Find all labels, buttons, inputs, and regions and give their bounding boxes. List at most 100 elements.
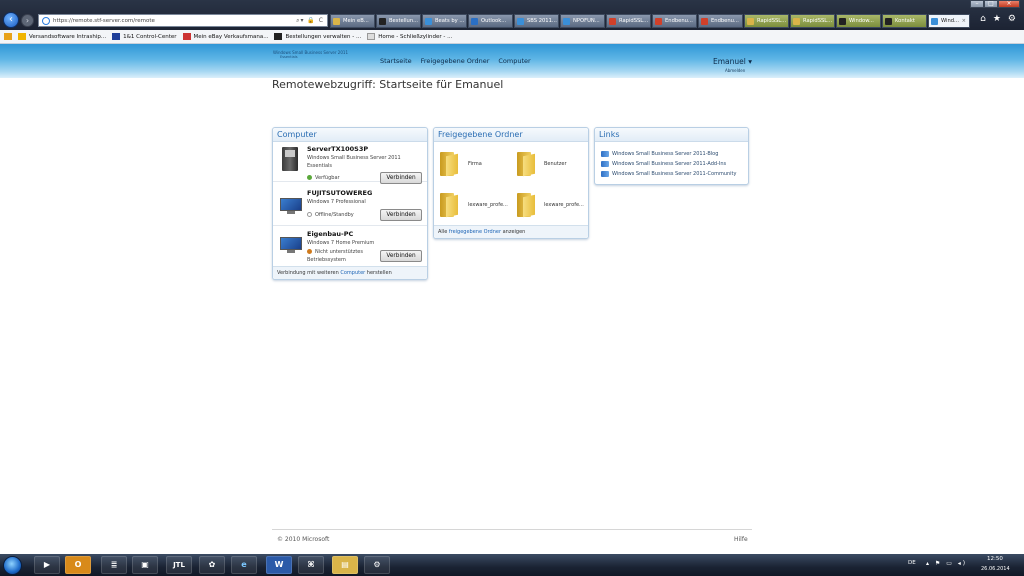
nav-computer[interactable]: Computer	[498, 57, 530, 65]
footer-divider	[272, 529, 752, 530]
sbs-link-icon	[601, 151, 609, 157]
media-player-icon[interactable]: ▶	[34, 556, 60, 574]
browser-tab[interactable]: NPOFUN...	[560, 14, 605, 28]
links-panel: Links Windows Small Business Server 2011…	[594, 127, 749, 185]
clock-date[interactable]: 26.06.2014	[981, 566, 1010, 572]
browser-tab[interactable]: SBS 2011...	[514, 14, 559, 28]
brand-subtitle: Essentials	[280, 55, 298, 59]
clock-time[interactable]: 12:50	[987, 556, 1003, 562]
page-title: Remotewebzugriff: Startseite für Emanuel	[272, 78, 504, 91]
app-icon[interactable]: ✿	[199, 556, 225, 574]
outlook-icon[interactable]: O	[65, 556, 91, 574]
close-window-button[interactable]: ×	[998, 0, 1020, 8]
folder-name[interactable]: lexware_profe...	[468, 202, 508, 208]
address-bar[interactable]: https://remote.stf-server.com/remote ⌕▾ …	[38, 14, 328, 27]
tab-strip: Mein eB... Bestellun... Beats by ... Out…	[330, 14, 970, 28]
browser-tab[interactable]: Mein eB...	[330, 14, 375, 28]
external-link[interactable]: Windows Small Business Server 2011-Blog	[601, 151, 718, 157]
folder-name[interactable]: Benutzer	[544, 161, 567, 167]
browser-tab[interactable]: Endbenu...	[698, 14, 743, 28]
connect-button[interactable]: Verbinden	[380, 172, 422, 184]
connect-button[interactable]: Verbinden	[380, 250, 422, 262]
favorite-link[interactable]: Bestellungen verwalten - ...	[274, 33, 361, 40]
gear-icon[interactable]: ⚙	[1008, 14, 1016, 24]
tab-favicon-icon	[701, 18, 708, 25]
computer-item: ServerTX100S3P Windows Small Business Se…	[273, 142, 427, 184]
ie-icon	[42, 17, 50, 25]
tab-favicon-icon	[793, 18, 800, 25]
forward-button[interactable]: ›	[21, 14, 34, 27]
back-button[interactable]: ‹	[3, 12, 19, 28]
remote-desktop-icon[interactable]: ▣	[132, 556, 158, 574]
all-folders-link[interactable]: freigegebene Ordner	[449, 229, 501, 235]
home-icon[interactable]: ⌂	[980, 14, 986, 24]
start-button[interactable]	[3, 556, 22, 575]
panel-title: Freigegebene Ordner	[434, 128, 588, 142]
word-icon[interactable]: W	[266, 556, 292, 574]
nav-startseite[interactable]: Startseite	[380, 57, 412, 65]
nav-freigegebene-ordner[interactable]: Freigegebene Ordner	[421, 57, 490, 65]
tab-favicon-icon	[333, 18, 340, 25]
browser-tab[interactable]: Beats by ...	[422, 14, 467, 28]
monitor-icon	[280, 237, 302, 253]
browser-tab[interactable]: Bestellun...	[376, 14, 421, 28]
explorer-icon[interactable]: ▤	[332, 556, 358, 574]
amazon-icon	[274, 33, 283, 40]
computer-os: Windows 7 Professional	[307, 199, 366, 205]
favorites-star-icon[interactable]: ★	[993, 14, 1001, 24]
computer-os: Windows Small Business Server 2011 Essen…	[307, 155, 401, 169]
folder-name[interactable]: Firma	[468, 161, 482, 167]
settings-app-icon[interactable]: ⚙	[364, 556, 390, 574]
1und1-icon	[112, 33, 121, 40]
favorite-link[interactable]: Versandsoftware Intraship...	[18, 33, 106, 40]
minimize-button[interactable]: –	[970, 0, 984, 8]
internet-explorer-icon[interactable]: e	[231, 556, 257, 574]
browser-tab[interactable]: Window...	[836, 14, 881, 28]
browser-titlebar: ‹ › https://remote.stf-server.com/remote…	[0, 0, 1024, 30]
computer-os: Windows 7 Home Premium	[307, 240, 375, 246]
computer-status: Verfügbar	[307, 174, 377, 182]
browser-tab[interactable]: RapidSSL...	[606, 14, 651, 28]
connect-button[interactable]: Verbinden	[380, 209, 422, 221]
folder-icon[interactable]	[440, 191, 462, 218]
browser-tab[interactable]: Outlook...	[468, 14, 513, 28]
browser-tab[interactable]: Kontakt	[882, 14, 927, 28]
user-menu[interactable]: Emanuel ▾	[713, 57, 752, 66]
browser-tab-active[interactable]: Wind... ×	[928, 14, 970, 28]
panel-footer: Alle freigegebene Ordner anzeigen	[434, 225, 588, 238]
favorite-link[interactable]: Home - Schließzylinder - ...	[367, 33, 452, 40]
favorite-link[interactable]: Mein eBay Verkaufsmana...	[182, 33, 268, 40]
external-link[interactable]: Windows Small Business Server 2011-Add-I…	[601, 161, 726, 167]
taskbar: ▶ O ≣ ▣ JTL ✿ e W ⌘ ▤ ⚙	[0, 554, 1024, 576]
close-tab-icon[interactable]: ×	[962, 15, 966, 27]
browser-tab[interactable]: RapidSSL...	[744, 14, 789, 28]
external-link[interactable]: Windows Small Business Server 2011-Commu…	[601, 171, 736, 177]
folder-icon[interactable]	[440, 150, 462, 177]
maximize-button[interactable]: □	[984, 0, 998, 8]
network-icon[interactable]: ⌘	[298, 556, 324, 574]
folder-icon[interactable]	[517, 191, 539, 218]
copyright: © 2010 Microsoft	[277, 536, 330, 543]
tab-favicon-icon	[379, 18, 386, 25]
tab-favicon-icon	[471, 18, 478, 25]
browser-tab[interactable]: Endbenu...	[652, 14, 697, 28]
notepad-icon[interactable]: ≣	[101, 556, 127, 574]
address-bar-icons[interactable]: ⌕▾ 🔒 C	[296, 15, 324, 27]
computer-panel: Computer ServerTX100S3P Windows Small Bu…	[272, 127, 428, 280]
folder-name[interactable]: lexware_profe...	[544, 202, 584, 208]
more-computers-link[interactable]: Computer	[340, 270, 365, 276]
panel-title: Links	[595, 128, 748, 142]
panel-footer: Verbindung mit weiteren Computer herstel…	[273, 266, 427, 279]
status-available-icon	[307, 174, 312, 180]
url-text: https://remote.stf-server.com/remote	[53, 18, 155, 24]
user-folder-icon[interactable]	[517, 150, 539, 177]
jtl-icon[interactable]: JTL	[166, 556, 192, 574]
favorite-link[interactable]: 1&1 Control-Center	[112, 33, 177, 40]
tray-icons[interactable]: ▴ ⚑ ▭ ◂)	[926, 560, 967, 567]
help-link[interactable]: Hilfe	[734, 536, 748, 543]
browser-tab[interactable]: RapidSSL...	[790, 14, 835, 28]
logout-link[interactable]: Abmelden	[725, 68, 745, 73]
language-indicator[interactable]: DE	[908, 560, 916, 566]
computer-name: FUJITSUTOWEREG	[307, 189, 373, 197]
favorites-bar: Versandsoftware Intraship... 1&1 Control…	[0, 30, 1024, 44]
